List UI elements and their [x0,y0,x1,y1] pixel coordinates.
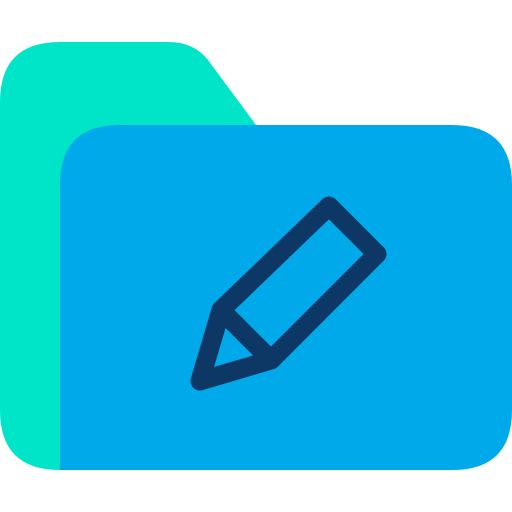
folder-front-icon [60,125,512,470]
edit-folder-svg [0,42,512,470]
edit-folder-icon [0,0,512,512]
